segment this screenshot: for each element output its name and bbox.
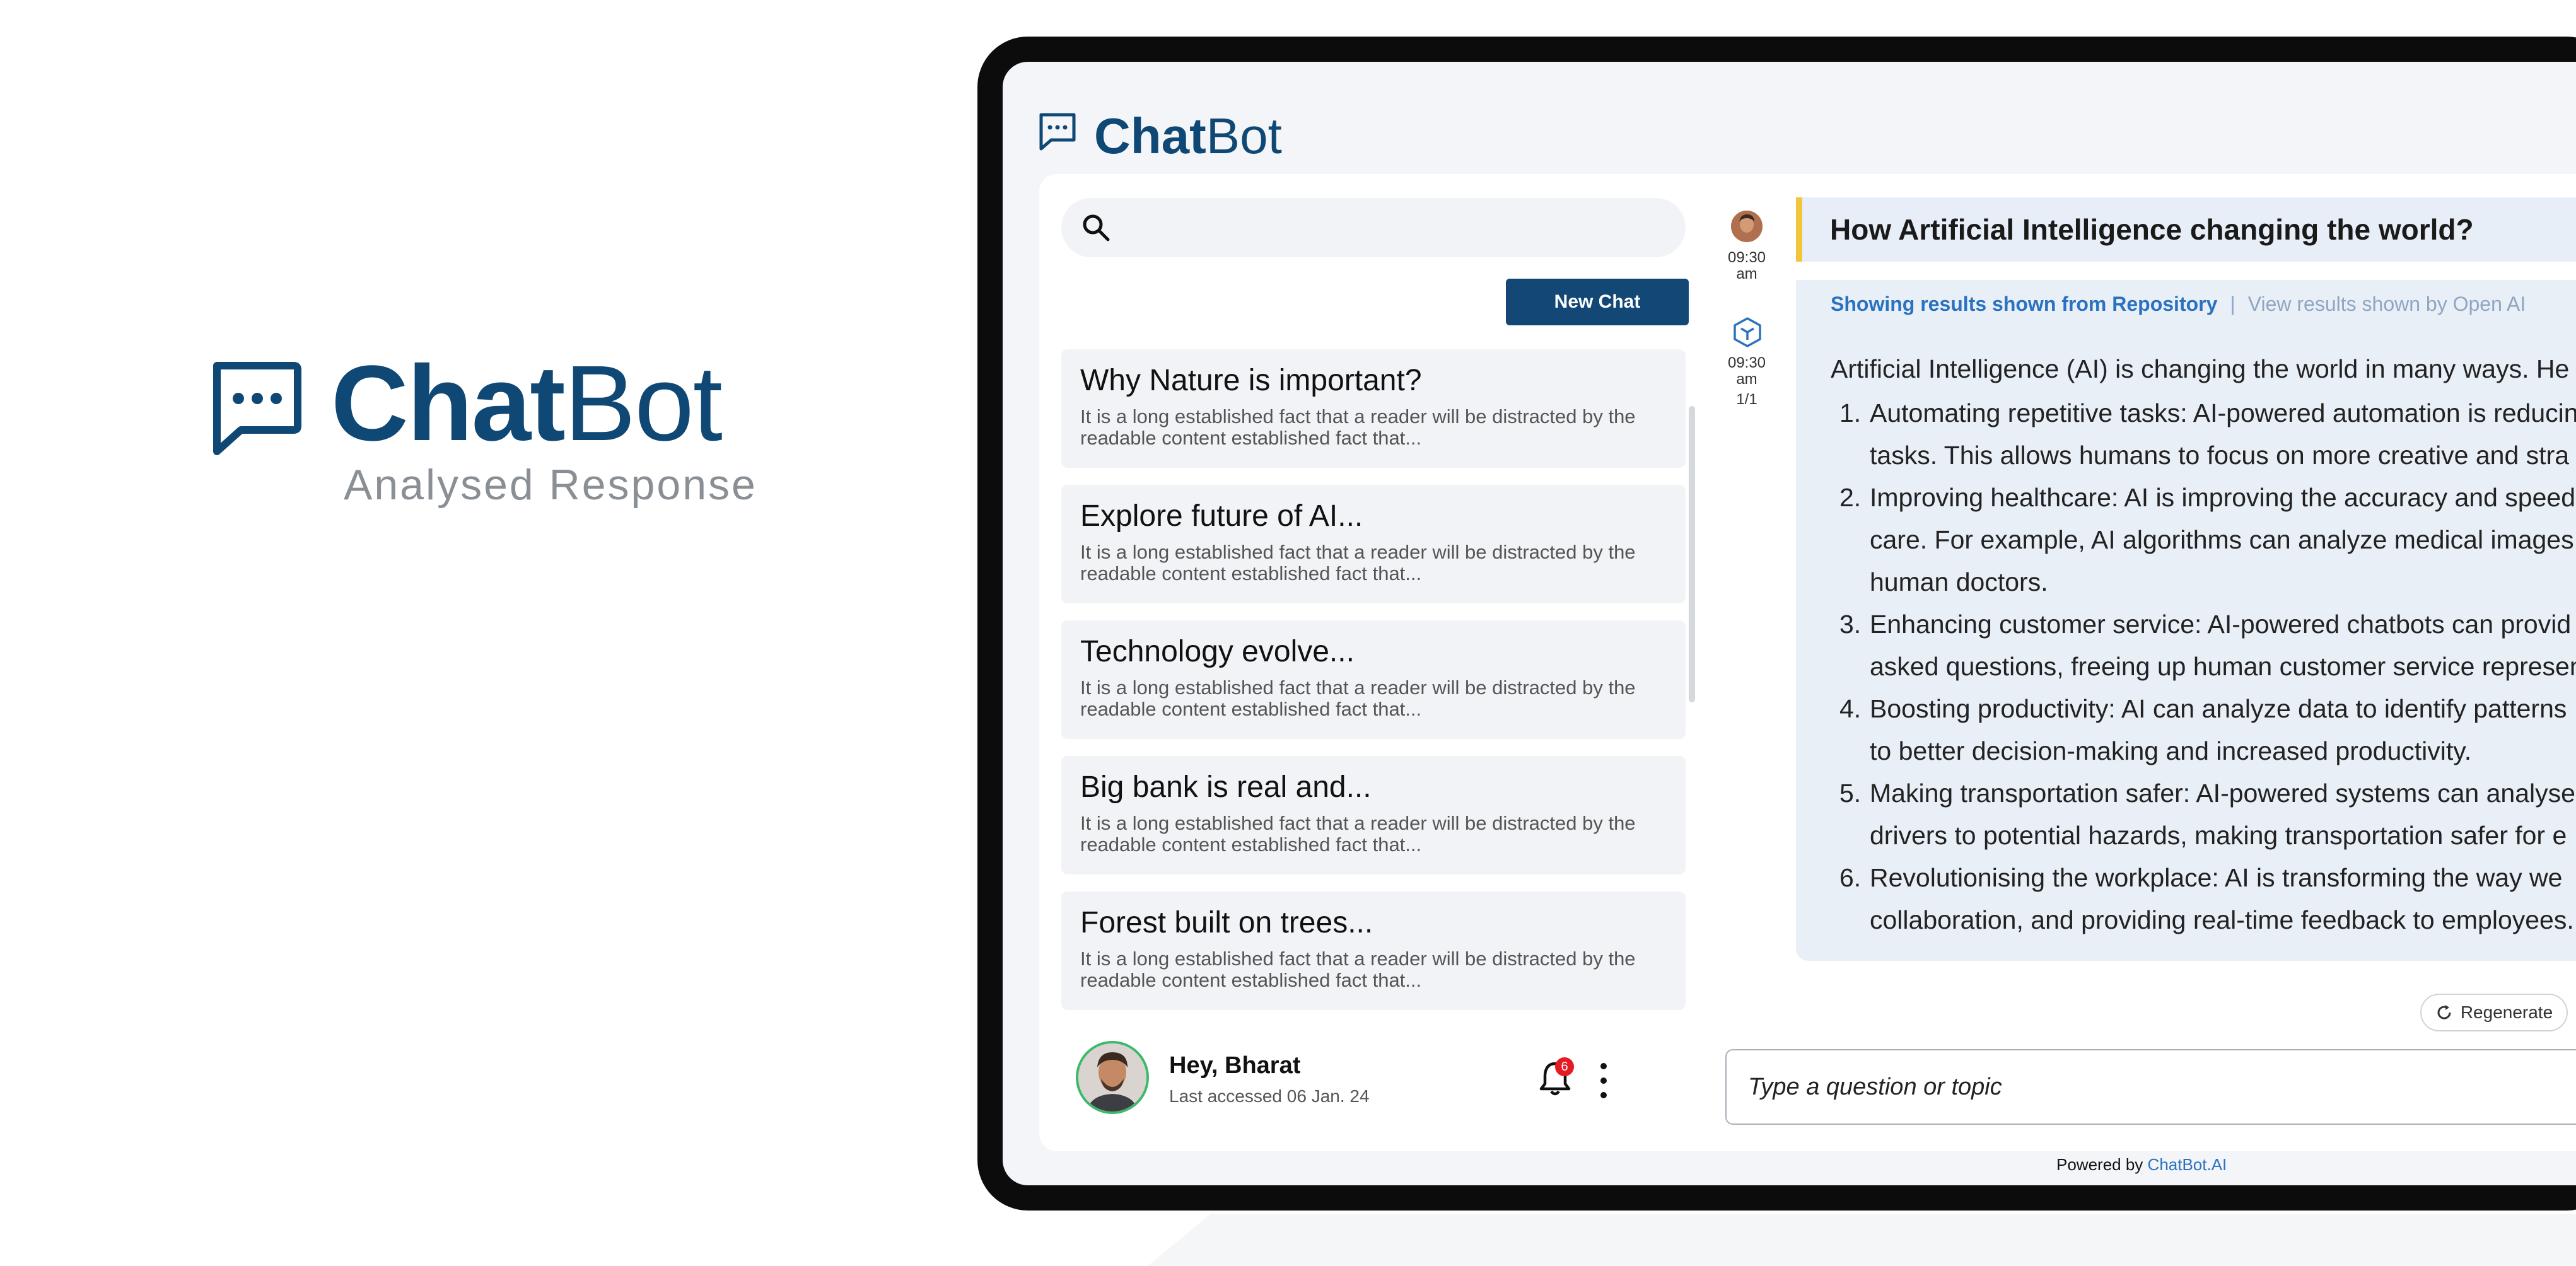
list-text: tasks. This allows humans to focus on mo… (1870, 441, 2570, 470)
list-text: Enhancing customer service: AI-powered c… (1870, 610, 2572, 639)
user-greeting: Hey, Bharat (1169, 1052, 1301, 1079)
background-shape (1148, 1214, 2576, 1266)
hero-title-light: Bot (564, 344, 723, 463)
list-item: collaboration, and providing real-time f… (1831, 899, 2576, 941)
chat-bubble-dots-icon (1039, 113, 1076, 151)
answer-intro: Artificial Intelligence (AI) is changing… (1831, 354, 2570, 383)
list-item: care. For example, AI algorithms can ana… (1831, 519, 2576, 561)
list-text: Boosting productivity: AI can analyze da… (1870, 694, 2567, 723)
tab-repository[interactable]: Showing results shown from Repository (1831, 293, 2217, 315)
hero-branding: ChatBot Analysed Response (208, 340, 776, 530)
last-accessed: Last accessed 06 Jan. 24 (1169, 1086, 1370, 1106)
avatar[interactable] (1076, 1041, 1149, 1114)
search-box[interactable] (1061, 198, 1686, 258)
chat-item-desc: It is a long established fact that a rea… (1080, 405, 1636, 449)
list-text: Revolutionising the workplace: AI is tra… (1870, 863, 2563, 892)
hero-title: ChatBot (331, 340, 723, 467)
answer-source-tabs: Showing results shown from Repository | Vi… (1831, 293, 2526, 316)
list-text: collaboration, and providing real-time f… (1870, 905, 2574, 934)
chat-history-item[interactable]: Why Nature is important? It is a long es… (1061, 349, 1686, 468)
question-bubble: How Artificial Intelligence changing the… (1796, 197, 2576, 262)
app-logo-text: ChatBot (1094, 107, 1282, 165)
list-item: tasks. This allows humans to focus on mo… (1831, 434, 2576, 477)
list-item: drivers to potential hazards, making tra… (1831, 815, 2576, 857)
chat-item-title: Explore future of AI... (1080, 499, 1363, 533)
chat-item-desc: It is a long established fact that a rea… (1080, 812, 1636, 856)
question-input[interactable] (1725, 1049, 2576, 1125)
list-item: human doctors. (1831, 561, 2576, 603)
list-text: human doctors. (1870, 567, 2048, 596)
list-item: asked questions, freeing up human custom… (1831, 646, 2576, 688)
app-logo-bold: Chat (1094, 108, 1206, 164)
answer-list: 1. Automating repetitive tasks: AI-powere… (1831, 392, 2576, 941)
list-item: 4. Boosting productivity: AI can analyze … (1831, 688, 2576, 730)
chat-history-item[interactable]: Technology evolve... It is a long establ… (1061, 620, 1686, 739)
list-number: 1. (1839, 398, 1862, 427)
tab-separator: | (2230, 293, 2235, 315)
list-number: 6. (1839, 863, 1862, 892)
list-item: 3. Enhancing customer service: AI-powered… (1831, 603, 2576, 646)
powered-link[interactable]: ChatBot.AI (2148, 1155, 2227, 1174)
question-timestamp: 09:30 am (1727, 249, 1766, 282)
list-number: 4. (1839, 694, 1862, 723)
list-text: Improving healthcare: AI is improving th… (1870, 483, 2575, 512)
chat-item-desc: It is a long established fact that a rea… (1080, 677, 1636, 720)
chat-list: Why Nature is important? It is a long es… (1061, 349, 1686, 1027)
list-item: 2. Improving healthcare: AI is improving … (1831, 477, 2576, 519)
chat-item-title: Big bank is real and... (1080, 770, 1372, 804)
regenerate-button[interactable]: Regenerate (2420, 994, 2568, 1031)
list-text: drivers to potential hazards, making tra… (1870, 821, 2567, 850)
list-text: asked questions, freeing up human custom… (1870, 652, 2576, 681)
list-text: Making transportation safer: AI-powered … (1870, 779, 2575, 808)
answer-page-indicator: 1/1 (1736, 391, 1757, 408)
user-profile-row: Hey, Bharat Last accessed 06 Jan. 24 6 (1076, 1041, 1687, 1123)
list-item: 5. Making transportation safer: AI-powere… (1831, 772, 2576, 815)
kebab-menu-icon[interactable] (1594, 1060, 1613, 1101)
chat-item-title: Why Nature is important? (1080, 364, 1422, 397)
chat-history-item[interactable]: Explore future of AI... It is a long est… (1061, 485, 1686, 603)
regenerate-label: Regenerate (2460, 1002, 2553, 1022)
chat-item-title: Technology evolve... (1080, 635, 1355, 668)
chat-history-item[interactable]: Forest built on trees... It is a long es… (1061, 891, 1686, 1010)
hero-subtitle: Analysed Response (344, 461, 757, 509)
list-text: Automating repetitive tasks: AI-powered … (1870, 398, 2576, 427)
chat-bubble-dots-icon (213, 362, 301, 455)
app-screen: ChatBot New Chat Why Nature is important… (1003, 62, 2576, 1185)
search-input[interactable] (1124, 198, 1669, 258)
user-avatar-small (1731, 211, 1763, 242)
refresh-icon (2437, 1005, 2451, 1019)
list-number: 2. (1839, 483, 1862, 512)
list-number: 3. (1839, 610, 1862, 639)
list-item: 6. Revolutionising the workplace: AI is t… (1831, 857, 2576, 899)
list-text: care. For example, AI algorithms can ana… (1870, 525, 2574, 554)
bot-cube-icon (1734, 317, 1761, 347)
answer-timestamp: 09:30 am (1727, 354, 1766, 388)
user-avatar-icon (1078, 1043, 1146, 1112)
answer-bubble: Showing results shown from Repository | Vi… (1796, 280, 2576, 961)
list-number: 5. (1839, 779, 1862, 808)
app-logo-light: Bot (1206, 108, 1282, 164)
new-chat-button[interactable]: New Chat (1506, 279, 1689, 325)
user-avatar-icon (1731, 211, 1763, 242)
chat-list-scrollbar[interactable] (1689, 406, 1695, 702)
list-text: to better decision-making and increased … (1870, 736, 2472, 765)
tab-open-ai[interactable]: View results shown by Open AI (2248, 293, 2526, 315)
main-card: New Chat Why Nature is important? It is … (1039, 174, 2576, 1151)
notification-badge: 6 (1555, 1057, 1574, 1076)
chat-item-desc: It is a long established fact that a rea… (1080, 541, 1636, 584)
hero-title-bold: Chat (331, 344, 566, 463)
chat-item-desc: It is a long established fact that a rea… (1080, 948, 1636, 991)
powered-by: Powered by ChatBot.AI (2056, 1155, 2227, 1175)
chat-item-title: Forest built on trees... (1080, 906, 1373, 939)
list-item: 1. Automating repetitive tasks: AI-powere… (1831, 392, 2576, 434)
search-icon (1083, 214, 1110, 241)
chat-history-item[interactable]: Big bank is real and... It is a long est… (1061, 756, 1686, 874)
list-item: to better decision-making and increased … (1831, 730, 2576, 772)
powered-prefix: Powered by (2056, 1155, 2143, 1174)
